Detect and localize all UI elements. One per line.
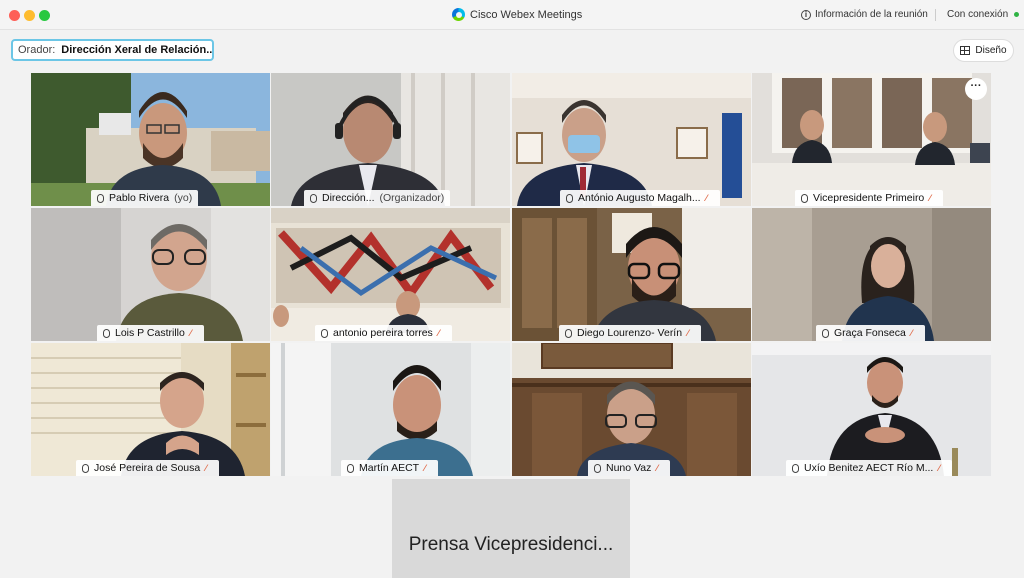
app-title: Cisco Webex Meetings xyxy=(452,8,582,21)
video-tile-active[interactable]: Dirección... (Organizador) xyxy=(271,73,510,206)
video-tile[interactable]: António Augusto Magalh... ⁄ xyxy=(512,73,751,206)
muted-microphone-icon: ⁄ xyxy=(656,462,658,473)
connection-status-icon xyxy=(1014,12,1020,17)
microphone-icon xyxy=(594,463,601,473)
video-feed xyxy=(271,343,510,476)
participant-name: Lois P Castrillo xyxy=(115,327,185,339)
participant-name: Graça Fonseca xyxy=(834,327,906,339)
participant-name: antonio pereira torres xyxy=(333,327,433,339)
grid-layout-icon xyxy=(960,46,971,55)
participant-name-tag: antonio pereira torres ⁄ xyxy=(315,325,452,341)
microphone-icon xyxy=(801,193,808,203)
muted-microphone-icon: ⁄ xyxy=(687,327,689,338)
speaker-label: Orador: xyxy=(18,44,56,56)
muted-microphone-icon: ⁄ xyxy=(424,462,426,473)
video-feed xyxy=(512,208,751,341)
participant-name-tag: Pablo Rivera (yo) xyxy=(91,190,199,206)
meeting-info-button[interactable]: i Información de la reunión xyxy=(801,9,928,20)
participant-name-tag: Martín AECT ⁄ xyxy=(341,460,439,476)
connection-label: Con conexión xyxy=(947,9,1009,20)
video-tile[interactable]: Diego Lourenzo- Verín ⁄ xyxy=(512,208,751,341)
muted-microphone-icon: ⁄ xyxy=(929,192,931,203)
muted-microphone-icon: ⁄ xyxy=(437,327,440,338)
video-tile[interactable]: Nuno Vaz ⁄ xyxy=(512,343,751,476)
participant-name-tag: António Augusto Magalh... ⁄ xyxy=(560,190,720,206)
microphone-icon xyxy=(321,328,328,338)
microphone-icon xyxy=(82,463,89,473)
video-tile[interactable]: Graça Fonseca ⁄ xyxy=(752,208,991,341)
participant-name-tag: Nuno Vaz ⁄ xyxy=(588,460,671,476)
video-feed xyxy=(752,73,991,206)
participant-name: Diego Lourenzo- Verín xyxy=(577,327,683,339)
video-feed xyxy=(271,208,510,341)
video-tile[interactable]: Lois P Castrillo ⁄ xyxy=(31,208,270,341)
webex-logo-icon xyxy=(452,8,465,21)
participant-name: Vicepresidente Primeiro xyxy=(813,192,925,204)
microphone-icon xyxy=(822,328,829,338)
microphone-icon xyxy=(347,463,354,473)
maximize-window-button[interactable] xyxy=(39,10,50,21)
video-tile[interactable]: Martín AECT ⁄ xyxy=(271,343,510,476)
layout-label: Diseño xyxy=(975,45,1007,56)
video-tile[interactable]: Uxío Benitez AECT Río M... ⁄ xyxy=(752,343,991,476)
speaker-name: Dirección Xeral de Relación... xyxy=(61,44,214,56)
connection-status[interactable]: Con conexión xyxy=(947,9,1020,20)
video-feed xyxy=(31,343,270,476)
presenter-tile[interactable]: Prensa Vicepresidenci... xyxy=(392,479,630,578)
video-feed xyxy=(512,343,751,476)
more-options-button[interactable]: ··· xyxy=(965,78,987,100)
close-window-button[interactable] xyxy=(9,10,20,21)
microphone-icon xyxy=(310,193,317,203)
participant-name-tag: José Pereira de Sousa ⁄ xyxy=(76,460,220,476)
video-feed xyxy=(271,73,510,206)
participant-name: Nuno Vaz xyxy=(606,462,652,474)
app-title-text: Cisco Webex Meetings xyxy=(470,8,583,21)
participant-name-tag: Lois P Castrillo ⁄ xyxy=(97,325,204,341)
video-tile[interactable]: ··· Vicepresidente Primeiro ⁄ xyxy=(752,73,991,206)
microphone-icon xyxy=(103,328,110,338)
video-tile[interactable]: José Pereira de Sousa ⁄ xyxy=(31,343,270,476)
participant-name: José Pereira de Sousa xyxy=(94,462,201,474)
video-feed xyxy=(31,73,270,206)
participant-name-tag: Vicepresidente Primeiro ⁄ xyxy=(795,190,944,206)
muted-microphone-icon: ⁄ xyxy=(189,327,192,338)
microphone-icon xyxy=(97,193,104,203)
participant-name-tag: Graça Fonseca ⁄ xyxy=(816,325,925,341)
title-bar: Cisco Webex Meetings i Información de la… xyxy=(0,0,1024,30)
microphone-icon xyxy=(565,328,572,338)
participant-name: António Augusto Magalh... xyxy=(578,192,701,204)
active-speaker-indicator: Orador: Dirección Xeral de Relación... xyxy=(11,39,214,61)
minimize-window-button[interactable] xyxy=(24,10,35,21)
participant-role: (yo) xyxy=(174,192,193,204)
video-feed xyxy=(31,208,270,341)
video-feed xyxy=(752,343,991,476)
divider xyxy=(935,9,936,21)
video-tile[interactable]: Pablo Rivera (yo) xyxy=(31,73,270,206)
participant-name-tag: Uxío Benitez AECT Río M... ⁄ xyxy=(786,460,953,476)
participant-name: Pablo Rivera xyxy=(109,192,170,204)
participant-name: Uxío Benitez AECT Río M... xyxy=(804,462,934,474)
muted-microphone-icon: ⁄ xyxy=(938,462,940,473)
presenter-name: Prensa Vicepresidenci... xyxy=(408,534,614,555)
participant-name: Martín AECT xyxy=(359,462,420,474)
video-feed xyxy=(512,73,751,206)
participant-name-tag: Dirección... (Organizador) xyxy=(304,190,451,206)
participant-name: Dirección... xyxy=(322,192,375,204)
microphone-icon xyxy=(792,463,799,473)
info-icon: i xyxy=(801,9,811,20)
muted-microphone-icon: ⁄ xyxy=(910,327,913,338)
microphone-icon xyxy=(566,193,573,203)
video-feed xyxy=(752,208,991,341)
participant-role: (Organizador) xyxy=(379,192,445,204)
layout-button[interactable]: Diseño xyxy=(953,39,1014,62)
participant-name-tag: Diego Lourenzo- Verín ⁄ xyxy=(559,325,702,341)
video-tile[interactable]: antonio pereira torres ⁄ xyxy=(271,208,510,341)
muted-microphone-icon: ⁄ xyxy=(705,192,708,203)
meeting-info-label: Información de la reunión xyxy=(815,9,928,20)
muted-microphone-icon: ⁄ xyxy=(205,462,207,473)
